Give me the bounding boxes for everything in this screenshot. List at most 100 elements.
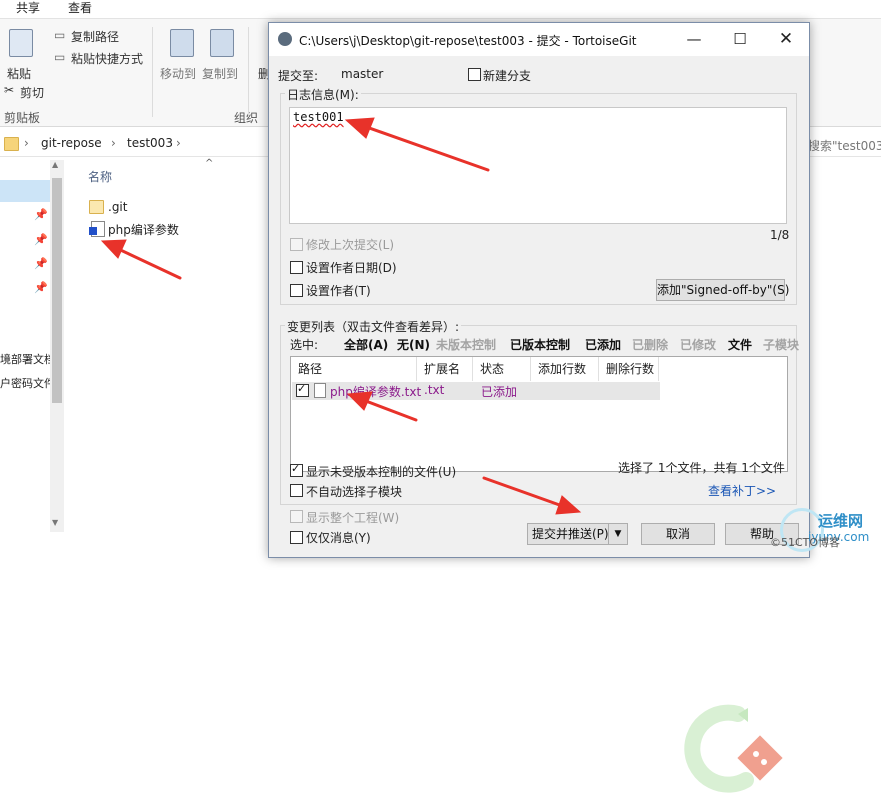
move-to-icon[interactable] — [170, 29, 194, 57]
nav-scrollbar-thumb[interactable] — [52, 178, 62, 403]
filter-submodules[interactable]: 子模块 — [763, 336, 799, 353]
scissors-icon[interactable]: ✂ — [4, 83, 14, 97]
message-only-label[interactable]: 仅仅消息(Y) — [306, 529, 371, 546]
column-header-ext[interactable]: 扩展名 — [417, 357, 473, 381]
tortoisegit-logo-icon — [676, 702, 786, 797]
set-author-date-label[interactable]: 设置作者日期(D) — [306, 259, 397, 276]
message-counter: 1/8 — [770, 228, 790, 242]
nav-item[interactable]: 户密码文件 — [0, 375, 50, 391]
show-whole-project-checkbox[interactable] — [290, 510, 303, 523]
filter-all[interactable]: 全部(A) — [344, 336, 388, 353]
file-item-git[interactable]: .git — [108, 200, 127, 214]
amend-checkbox[interactable] — [290, 238, 303, 251]
paste-button[interactable]: 粘贴 — [7, 65, 31, 82]
added-file-icon — [89, 221, 105, 237]
row-ext: .txt — [424, 383, 445, 397]
column-header-deleted[interactable]: 删除行数 — [599, 357, 659, 381]
commit-message-input[interactable]: test001 — [289, 107, 787, 224]
commit-to-label: 提交至: — [278, 69, 319, 83]
watermark-credit: ©51CTO博客 — [770, 536, 841, 549]
copy-to-button[interactable]: 复制到 — [202, 65, 238, 82]
pin-icon[interactable]: 📌 — [34, 281, 48, 294]
column-header-path[interactable]: 路径 — [291, 357, 417, 381]
column-header-added[interactable]: 添加行数 — [531, 357, 599, 381]
filter-added[interactable]: 已添加 — [585, 336, 621, 353]
ribbon-tabs: 共享 查看 — [0, 0, 881, 19]
paste-shortcut-icon: ▭ — [54, 50, 66, 64]
filter-modified[interactable]: 已修改 — [680, 336, 716, 353]
pin-icon[interactable]: 📌 — [34, 208, 48, 221]
message-only-checkbox[interactable] — [290, 531, 303, 544]
row-path: php编译参数.txt — [330, 385, 422, 399]
set-author-checkbox[interactable] — [290, 284, 303, 297]
tab-share[interactable]: 共享 — [16, 0, 40, 18]
filter-versioned[interactable]: 已版本控制 — [510, 336, 570, 353]
chevron-right-icon: › — [24, 136, 29, 150]
search-box[interactable]: 搜索"test003" — [808, 137, 881, 154]
set-author-label[interactable]: 设置作者(T) — [306, 282, 371, 299]
clipboard-group-label: 剪贴板 — [4, 111, 41, 125]
folder-icon — [89, 200, 104, 214]
cancel-button[interactable]: 取消 — [641, 523, 715, 545]
view-patch-link[interactable]: 查看补丁>> — [708, 482, 776, 499]
amend-label[interactable]: 修改上次提交(L) — [306, 236, 394, 253]
commit-push-button[interactable]: 提交并推送(P) — [527, 523, 611, 545]
pin-icon[interactable]: 📌 — [34, 257, 48, 270]
show-unversioned-label[interactable]: 显示未受版本控制的文件(U) — [306, 463, 456, 480]
branch-name: master — [341, 67, 384, 81]
organize-group-label: 组织 — [234, 111, 259, 125]
maximize-icon[interactable]: ☐ — [717, 23, 763, 56]
row-checkbox[interactable] — [296, 382, 309, 397]
ribbon-separator — [152, 27, 153, 117]
show-unversioned-checkbox[interactable] — [290, 462, 303, 477]
show-whole-project-label[interactable]: 显示整个工程(W) — [306, 509, 399, 526]
no-auto-submodule-label[interactable]: 不自动选择子模块 — [306, 483, 402, 500]
title-bar[interactable]: C:\Users\j\Desktop\git-repose\test003 - … — [269, 23, 809, 56]
ribbon-separator — [248, 27, 249, 117]
move-to-button[interactable]: 移动到 — [160, 65, 196, 82]
pin-icon[interactable]: 📌 — [34, 233, 48, 246]
copy-path-icon: ▭ — [54, 28, 66, 42]
filter-unversioned[interactable]: 未版本控制 — [436, 336, 496, 353]
scroll-up-icon[interactable]: ▲ — [52, 160, 58, 169]
row-status: 已添加 — [481, 385, 518, 399]
column-header-status[interactable]: 状态 — [473, 357, 531, 381]
changes-label: 变更列表（双击文件查看差异）: — [285, 318, 462, 335]
filter-none[interactable]: 无(N) — [397, 336, 430, 353]
watermark-text: 运维网 — [818, 512, 864, 530]
clipboard-icon[interactable] — [9, 29, 33, 57]
breadcrumb-item[interactable]: git-repose — [41, 136, 102, 150]
filter-files[interactable]: 文件 — [728, 336, 752, 353]
no-auto-submodule-checkbox[interactable] — [290, 484, 303, 497]
tortoisegit-icon — [278, 32, 292, 46]
minimize-icon[interactable]: — — [671, 23, 717, 56]
copy-to-icon[interactable] — [210, 29, 234, 57]
new-branch-checkbox[interactable] — [468, 68, 481, 81]
selection-summary: 选择了 1个文件，共有 1个文件 — [618, 461, 785, 475]
table-row[interactable]: php编译参数.txt .txt 已添加 — [292, 382, 660, 400]
scroll-down-icon[interactable]: ▼ — [52, 518, 58, 527]
nav-item-selected[interactable] — [0, 180, 50, 202]
nav-item[interactable]: 境部署文档 — [0, 351, 50, 367]
message-label: 日志信息(M): — [285, 86, 361, 103]
close-icon[interactable]: ✕ — [763, 23, 809, 56]
sort-up-icon: ^ — [205, 158, 214, 169]
paste-shortcut-button[interactable]: 粘贴快捷方式 — [71, 50, 143, 67]
breadcrumb-item[interactable]: test003 — [127, 136, 173, 150]
commit-message-text: test001 — [293, 110, 344, 124]
text-file-icon — [314, 383, 326, 398]
chevron-down-icon[interactable]: ▼ — [608, 523, 628, 545]
folder-icon — [4, 137, 19, 151]
set-author-date-checkbox[interactable] — [290, 261, 303, 274]
column-name-header[interactable]: 名称 — [88, 168, 112, 185]
copy-path-button[interactable]: 复制路径 — [71, 28, 119, 45]
filter-deleted[interactable]: 已删除 — [632, 336, 668, 353]
signed-off-by-button[interactable]: 添加"Signed-off-by"(S) — [656, 279, 789, 301]
file-item-php[interactable]: php编译参数 — [108, 221, 179, 238]
cut-button[interactable]: 剪切 — [20, 84, 44, 101]
new-branch-label[interactable]: 新建分支 — [483, 67, 531, 84]
changes-list[interactable]: 路径 扩展名 状态 添加行数 删除行数 php编译参数.txt .txt 已添加 — [290, 356, 788, 793]
tab-view[interactable]: 查看 — [68, 0, 92, 18]
commit-dialog: C:\Users\j\Desktop\git-repose\test003 - … — [268, 22, 810, 793]
chevron-right-icon: › — [176, 136, 181, 150]
